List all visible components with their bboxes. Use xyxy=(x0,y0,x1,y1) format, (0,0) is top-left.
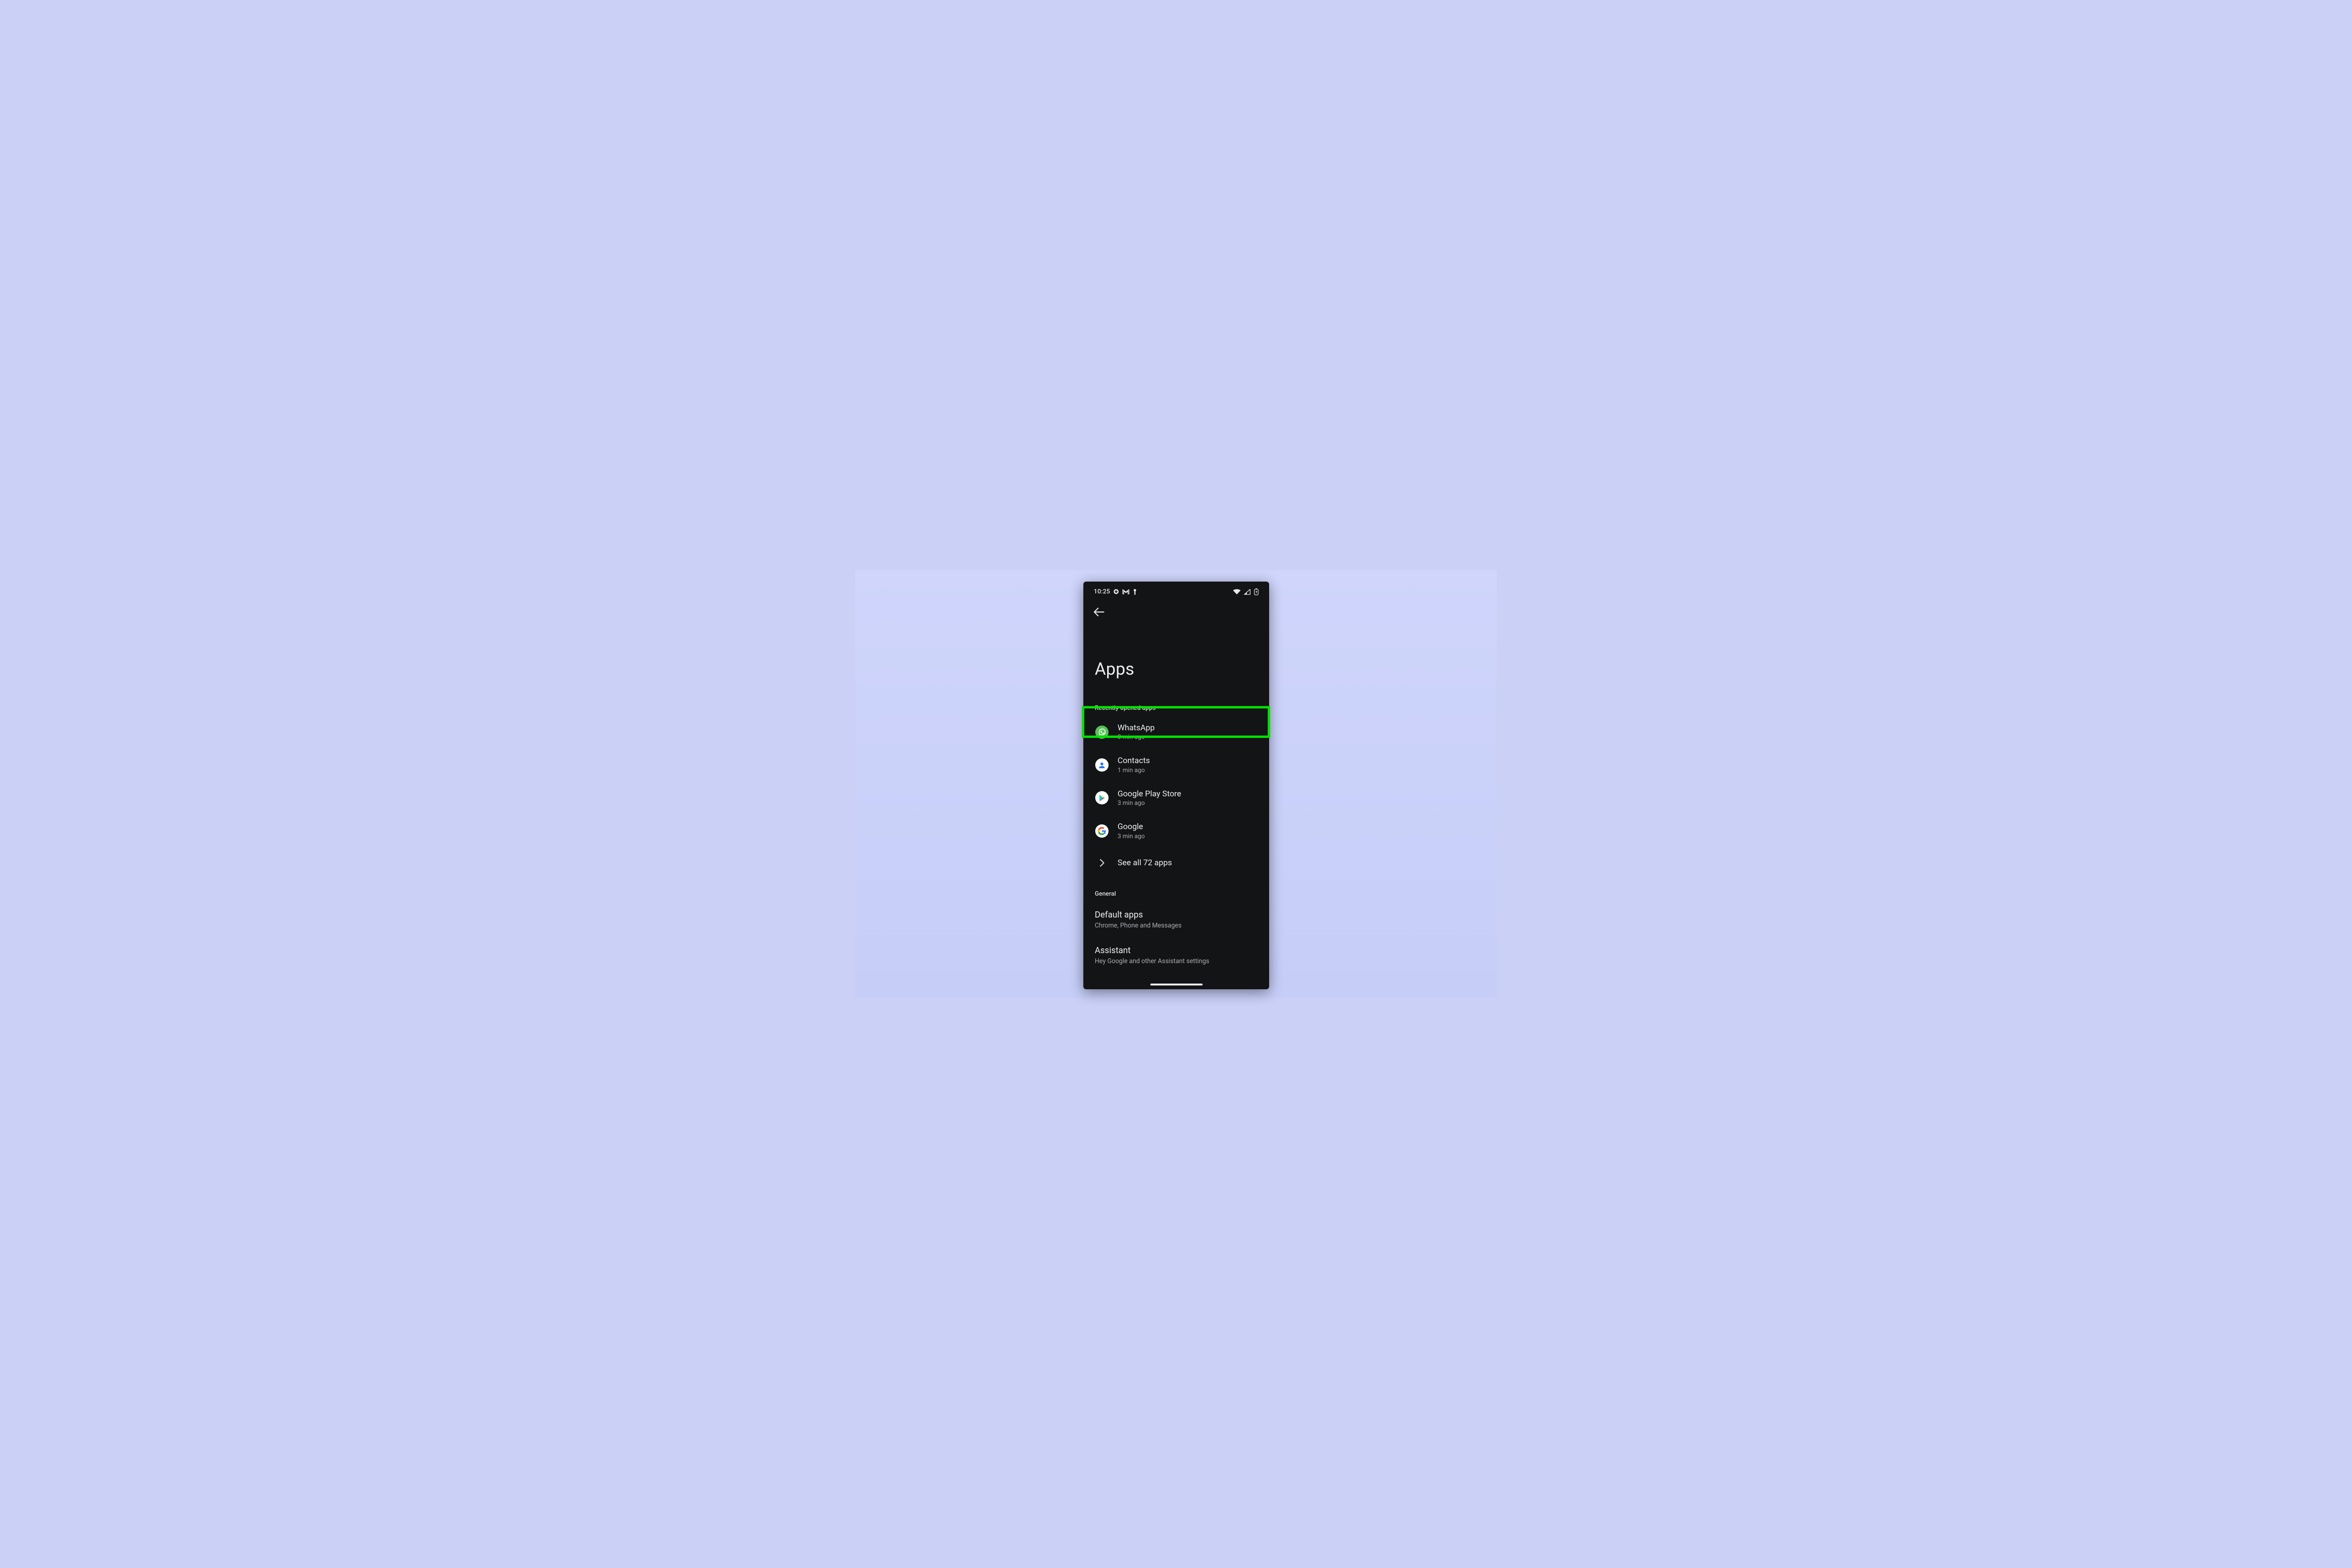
canvas: 10:25 xyxy=(855,570,1497,998)
app-subtext: 3 min ago xyxy=(1118,833,1145,840)
settings-item-title: Default apps xyxy=(1095,910,1258,920)
app-subtext: 1 min ago xyxy=(1118,767,1150,774)
app-item-google[interactable]: Google 3 min ago xyxy=(1083,814,1269,847)
wifi-icon xyxy=(1233,589,1241,595)
section-general-label: General xyxy=(1083,879,1269,901)
phone-frame: 10:25 xyxy=(1083,582,1269,989)
settings-item-default-apps[interactable]: Default apps Chrome, Phone and Messages xyxy=(1083,901,1269,931)
chevron-right-icon xyxy=(1100,859,1104,867)
app-item-whatsapp[interactable]: WhatsApp 0 min ago xyxy=(1083,716,1269,748)
page-title: Apps xyxy=(1083,620,1269,685)
whatsapp-icon xyxy=(1095,726,1109,739)
google-icon xyxy=(1095,824,1109,838)
see-all-label: See all 72 apps xyxy=(1118,858,1172,868)
app-name: Contacts xyxy=(1118,756,1150,765)
settings-item-assistant[interactable]: Assistant Hey Google and other Assistant… xyxy=(1083,931,1269,967)
download-icon xyxy=(1113,589,1119,595)
contacts-icon xyxy=(1095,758,1109,772)
app-item-play-store[interactable]: Google Play Store 3 min ago xyxy=(1083,782,1269,814)
see-all-apps[interactable]: See all 72 apps xyxy=(1083,848,1269,879)
status-time: 10:25 xyxy=(1094,588,1110,595)
home-indicator[interactable] xyxy=(1150,984,1203,985)
app-subtext: 0 min ago xyxy=(1118,734,1155,741)
section-recent-label: Recently opened apps xyxy=(1083,685,1269,716)
app-item-contacts[interactable]: Contacts 1 min ago xyxy=(1083,748,1269,781)
settings-item-subtext: Chrome, Phone and Messages xyxy=(1095,922,1258,929)
app-bar xyxy=(1083,597,1269,620)
status-bar: 10:25 xyxy=(1083,582,1269,597)
play-store-icon xyxy=(1095,791,1109,804)
status-bar-right xyxy=(1233,588,1259,595)
battery-icon xyxy=(1254,588,1259,595)
app-subtext: 3 min ago xyxy=(1118,800,1181,807)
status-bar-left: 10:25 xyxy=(1094,588,1137,595)
cell-signal-icon xyxy=(1244,589,1251,595)
back-icon[interactable] xyxy=(1094,608,1104,616)
settings-item-subtext: Hey Google and other Assistant settings xyxy=(1095,957,1258,965)
settings-item-title: Assistant xyxy=(1095,946,1258,956)
app-name: Google Play Store xyxy=(1118,789,1181,799)
app-name: WhatsApp xyxy=(1118,723,1155,733)
key-icon xyxy=(1133,589,1137,595)
app-name: Google xyxy=(1118,822,1145,832)
gmail-icon xyxy=(1122,589,1129,594)
